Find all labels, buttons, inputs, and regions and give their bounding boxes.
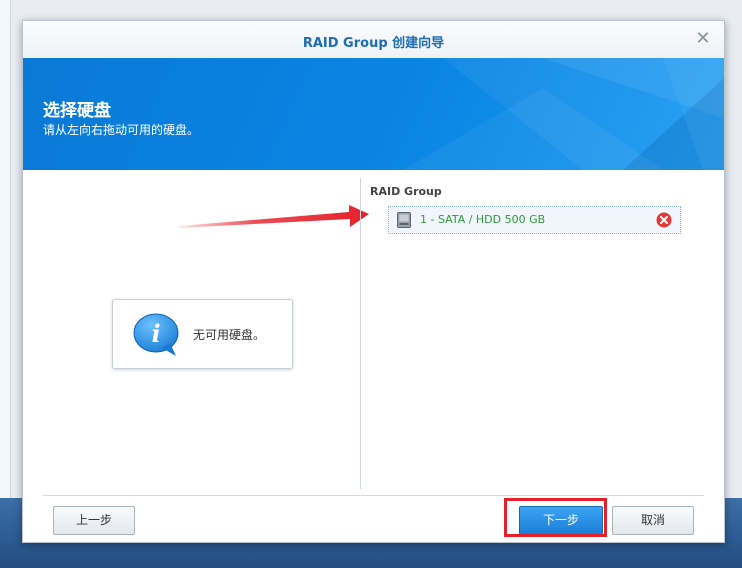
raid-wizard-dialog: RAID Group 创建向导 ✕ 选择硬盘 请从左向右拖动可用的硬盘。 i 无… bbox=[22, 20, 725, 543]
disk-label: 1 - SATA / HDD 500 GB bbox=[420, 213, 546, 226]
banner-subtitle: 请从左向右拖动可用的硬盘。 bbox=[43, 123, 200, 137]
hdd-icon bbox=[397, 212, 411, 228]
info-icon: i bbox=[133, 313, 179, 356]
banner-title: 选择硬盘 bbox=[43, 101, 111, 121]
previous-button[interactable]: 上一步 bbox=[53, 506, 135, 535]
remove-icon[interactable] bbox=[656, 212, 672, 228]
dialog-title: RAID Group 创建向导 bbox=[302, 36, 445, 51]
dialog-titlebar: RAID Group 创建向导 ✕ bbox=[23, 21, 724, 59]
annotation-arrow bbox=[179, 205, 369, 228]
no-disks-info-box: i 无可用硬盘。 bbox=[112, 299, 293, 369]
footer-separator bbox=[43, 495, 704, 496]
next-button[interactable]: 下一步 bbox=[519, 506, 603, 535]
raid-group-disk-item[interactable]: 1 - SATA / HDD 500 GB bbox=[388, 206, 681, 234]
raid-group-label: RAID Group bbox=[370, 185, 442, 198]
svg-text:i: i bbox=[151, 319, 160, 348]
close-icon[interactable]: ✕ bbox=[694, 30, 712, 48]
wizard-banner: 选择硬盘 请从左向右拖动可用的硬盘。 bbox=[23, 58, 724, 170]
background-window-edge bbox=[0, 0, 11, 498]
no-disks-message: 无可用硬盘。 bbox=[193, 328, 266, 342]
cancel-button[interactable]: 取消 bbox=[612, 506, 694, 535]
banner-decoration bbox=[403, 58, 724, 170]
